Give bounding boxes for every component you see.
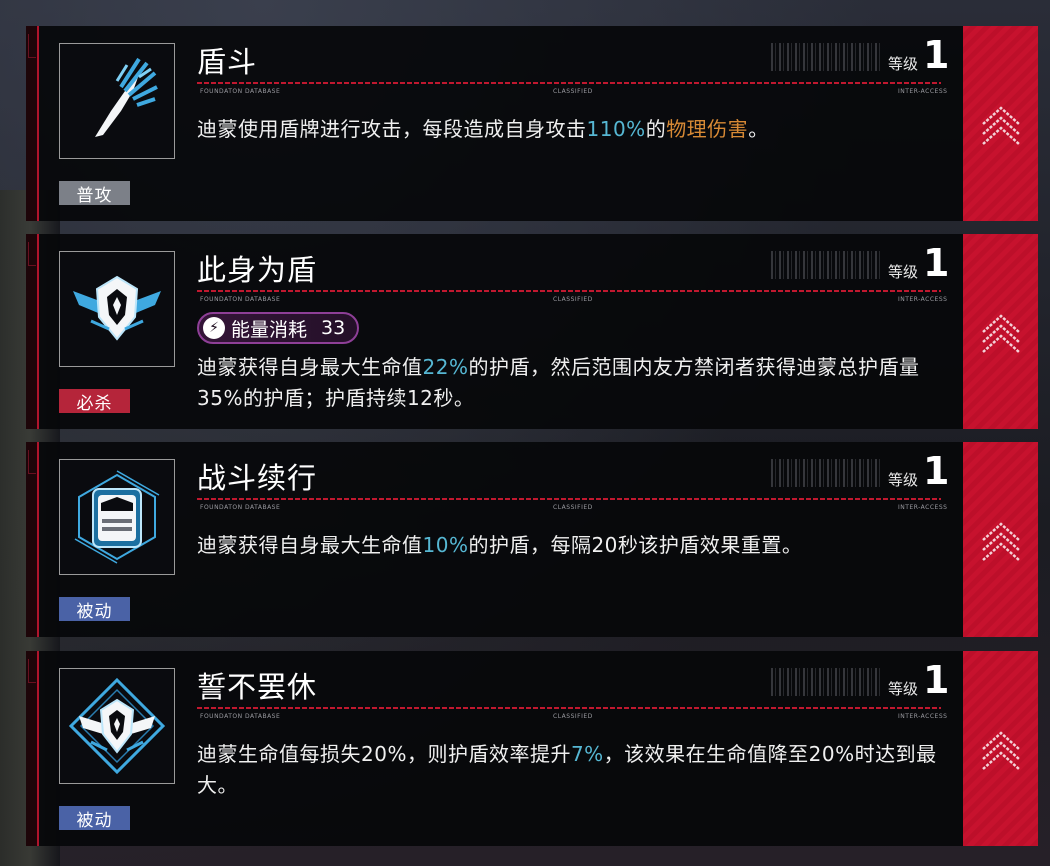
upgrade-button[interactable] <box>963 26 1038 221</box>
meta-left: FOUNDATON DATABASE <box>200 296 281 303</box>
meta-right: INTER-ACCESS <box>898 88 948 95</box>
armor-shield-icon <box>74 470 160 564</box>
level-label: 等级 <box>888 263 919 281</box>
skill-icon-box <box>59 251 175 367</box>
skill-description: 迪蒙获得自身最大生命值22%的护盾，然后范围内友方禁闭者获得迪蒙总护盾量35%的… <box>197 355 920 410</box>
level-value: 1 <box>923 658 950 702</box>
energy-label: 能量消耗 <box>231 318 308 341</box>
barcode-decoration <box>771 459 881 487</box>
divider <box>197 290 941 292</box>
meta-left: FOUNDATON DATABASE <box>200 713 281 720</box>
skill-type-tag: 必杀 <box>59 389 130 414</box>
skill-icon-box <box>59 668 175 784</box>
skill-icon-box <box>59 43 175 159</box>
lightning-icon: ⚡ <box>203 317 225 339</box>
skill-description: 迪蒙使用盾牌进行攻击，每段造成自身攻击110%的物理伤害。 <box>197 117 769 141</box>
meta-right: INTER-ACCESS <box>898 713 948 720</box>
chevron-up-icon <box>981 313 1020 353</box>
skill-icon-box <box>59 459 175 575</box>
skill-type-tag: 被动 <box>59 806 130 831</box>
skill-card-1[interactable]: 普攻 盾斗 等级 1 FOUNDATON DATABASE CLASSIFIED… <box>26 26 1038 221</box>
skill-name: 誓不罢休 <box>197 670 318 704</box>
upgrade-button[interactable] <box>963 442 1038 637</box>
card-edge <box>26 26 39 221</box>
skill-card-3[interactable]: 被动 战斗续行 等级 1 FOUNDATON DATABASE CLASSIFI… <box>26 442 1038 637</box>
skill-description: 迪蒙生命值每损失20%，则护盾效率提升7%，该效果在生命值降至20%时达到最大。 <box>197 742 937 797</box>
level-value: 1 <box>923 33 950 77</box>
skill-type-tag: 普攻 <box>59 181 130 206</box>
card-edge <box>26 234 39 429</box>
meta-center: CLASSIFIED <box>553 296 593 303</box>
meta-center: CLASSIFIED <box>553 504 593 511</box>
meta-center: CLASSIFIED <box>553 88 593 95</box>
upgrade-button[interactable] <box>963 234 1038 429</box>
upgrade-button[interactable] <box>963 651 1038 846</box>
skill-card-2[interactable]: 必杀 此身为盾 等级 1 FOUNDATON DATABASE CLASSIFI… <box>26 234 1038 429</box>
card-edge <box>26 442 39 637</box>
barcode-decoration <box>771 251 881 279</box>
level-label: 等级 <box>888 55 919 73</box>
meta-center: CLASSIFIED <box>553 713 593 720</box>
meta-right: INTER-ACCESS <box>898 296 948 303</box>
skill-name: 盾斗 <box>197 45 258 79</box>
barcode-decoration <box>771 43 881 71</box>
skill-name: 此身为盾 <box>197 253 318 287</box>
energy-cost-badge: ⚡ 能量消耗 33 <box>197 312 360 344</box>
meta-left: FOUNDATON DATABASE <box>200 504 281 511</box>
divider <box>197 82 941 84</box>
level-label: 等级 <box>888 680 919 698</box>
divider <box>197 707 941 709</box>
level-label: 等级 <box>888 471 919 489</box>
level-value: 1 <box>923 241 950 285</box>
skill-name: 战斗续行 <box>197 461 318 495</box>
chevron-up-icon <box>981 730 1020 770</box>
meta-right: INTER-ACCESS <box>898 504 948 511</box>
skill-type-tag: 被动 <box>59 597 130 622</box>
skill-card-4[interactable]: 被动 誓不罢休 等级 1 FOUNDATON DATABASE CLASSIFI… <box>26 651 1038 846</box>
winged-shield-icon <box>73 275 161 341</box>
divider <box>197 498 941 500</box>
chevron-up-icon <box>981 105 1020 145</box>
slash-strike-icon <box>95 57 158 137</box>
level-value: 1 <box>923 449 950 493</box>
skill-description: 迪蒙获得自身最大生命值10%的护盾，每隔20秒该护盾效果重置。 <box>197 533 803 557</box>
card-edge <box>26 651 39 846</box>
meta-left: FOUNDATON DATABASE <box>200 88 281 95</box>
chevron-up-icon <box>981 521 1020 561</box>
barcode-decoration <box>771 668 881 696</box>
diamond-shield-icon <box>68 677 166 775</box>
energy-value: 33 <box>321 317 346 339</box>
